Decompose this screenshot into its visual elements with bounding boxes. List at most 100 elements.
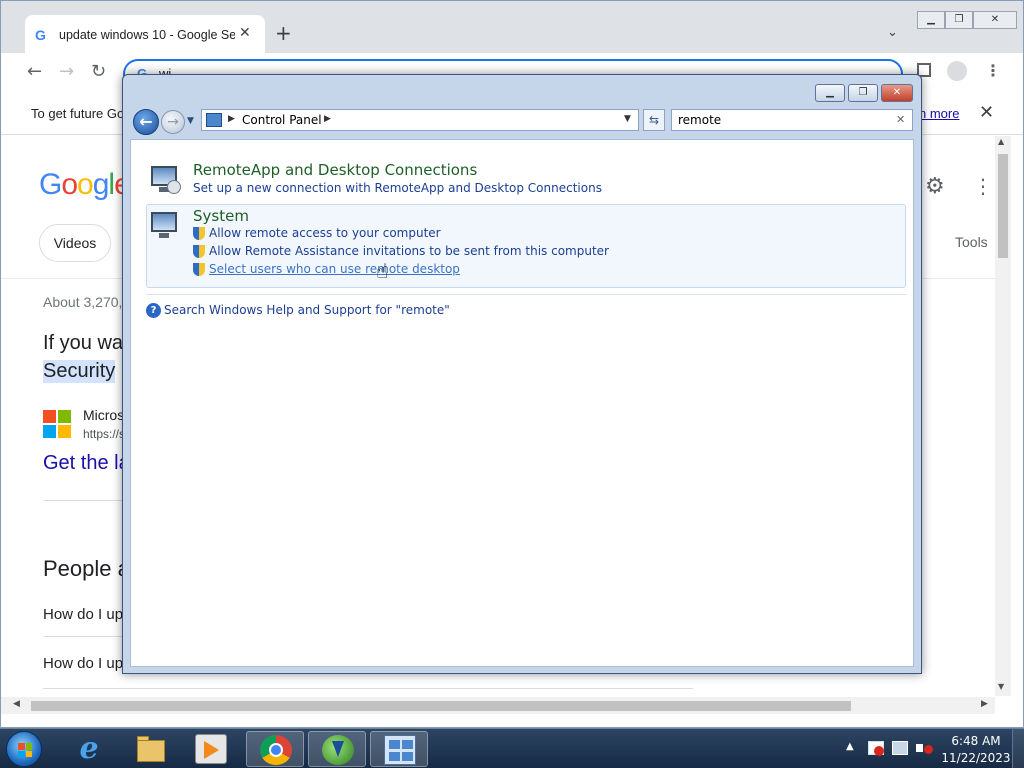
- forward-arrow-icon[interactable]: →: [161, 110, 185, 134]
- system-heading[interactable]: System: [193, 207, 249, 225]
- search-input[interactable]: remote ✕: [671, 109, 913, 131]
- maximize-button[interactable]: ❐: [945, 11, 973, 29]
- network-icon[interactable]: [892, 741, 908, 755]
- hand-cursor-icon: ☝: [376, 259, 389, 283]
- close-button[interactable]: ✕: [881, 84, 913, 102]
- google-logo[interactable]: Google: [39, 168, 131, 202]
- horizontal-scrollbar[interactable]: ◀ ▶: [1, 697, 995, 714]
- scroll-left-icon[interactable]: ◀: [13, 699, 20, 709]
- clear-search-icon[interactable]: ✕: [896, 113, 905, 126]
- result-source-name: Micros: [83, 407, 125, 423]
- people-also-ask-heading: People a: [43, 556, 130, 581]
- new-tab-icon[interactable]: +: [275, 23, 292, 43]
- clock-time[interactable]: 6:48 AM: [942, 734, 1010, 748]
- address-bar[interactable]: ▶ Control Panel ▶ ▼: [201, 109, 639, 131]
- scroll-up-icon[interactable]: ▲: [998, 137, 1004, 146]
- scrollbar-thumb[interactable]: [998, 154, 1008, 258]
- close-button[interactable]: ✕: [973, 11, 1017, 29]
- vertical-scrollbar[interactable]: ▲ ▼: [995, 136, 1011, 696]
- media-player-icon: [195, 734, 227, 764]
- windows-logo-icon: [18, 743, 32, 757]
- download-manager-icon: [322, 735, 354, 765]
- scroll-right-icon[interactable]: ▶: [981, 699, 988, 709]
- help-icon: ?: [146, 303, 161, 318]
- allow-remote-assistance-link[interactable]: Allow Remote Assistance invitations to b…: [209, 244, 609, 258]
- uac-shield-icon: [193, 245, 205, 258]
- refresh-icon[interactable]: ⇆: [643, 109, 665, 131]
- minimize-button[interactable]: ▁: [917, 11, 945, 29]
- internet-explorer-icon: e: [79, 731, 99, 766]
- navigation-bar: ← → ▼ ▶ Control Panel ▶ ▼ ⇆ remote ✕: [123, 107, 921, 137]
- learn-more-link[interactable]: n more: [919, 106, 959, 121]
- control-panel-icon: [206, 113, 222, 127]
- chrome-icon: [260, 735, 292, 765]
- remoteapp-heading[interactable]: RemoteApp and Desktop Connections: [193, 161, 477, 179]
- tab-strip: G update windows 10 - Google Sea ✕ + ⌄ ▁…: [1, 1, 1023, 53]
- chevron-down-icon[interactable]: ⌄: [887, 25, 898, 40]
- divider: [43, 688, 693, 689]
- back-arrow-icon[interactable]: ←: [27, 61, 42, 82]
- result-source-url[interactable]: https://s: [83, 427, 125, 441]
- breadcrumb[interactable]: Control Panel: [242, 113, 322, 127]
- show-desktop-button[interactable]: [1012, 729, 1024, 768]
- search-help-link[interactable]: Search Windows Help and Support for "rem…: [164, 303, 450, 317]
- breadcrumb-arrow-icon[interactable]: ▶: [228, 114, 235, 124]
- action-center-icon[interactable]: [868, 741, 884, 756]
- show-hidden-icons-icon[interactable]: ▲: [846, 741, 854, 752]
- browser-tab[interactable]: G update windows 10 - Google Sea ✕: [25, 15, 265, 53]
- taskbar-control-panel[interactable]: [370, 731, 428, 767]
- setup-remoteapp-link[interactable]: Set up a new connection with RemoteApp a…: [193, 181, 602, 195]
- allow-remote-access-link[interactable]: Allow remote access to your computer: [209, 226, 441, 240]
- apps-grid-icon[interactable]: ⋮⋮: [973, 174, 995, 198]
- microsoft-logo-icon: [43, 410, 71, 438]
- taskbar-download-manager[interactable]: [308, 731, 366, 767]
- search-input-value: remote: [678, 113, 722, 127]
- videos-filter-chip[interactable]: Videos: [39, 224, 111, 262]
- start-button[interactable]: [6, 731, 42, 767]
- control-panel-icon: [384, 735, 416, 765]
- close-icon[interactable]: ✕: [979, 102, 994, 123]
- control-panel-window: ▁ ❐ ✕ ← → ▼ ▶ Control Panel ▶ ▼ ⇆ remote…: [122, 74, 922, 674]
- taskbar-media-player[interactable]: [182, 731, 240, 767]
- info-bar-message: To get future Go: [31, 106, 125, 121]
- more-menu-icon[interactable]: ⋮: [985, 61, 1001, 80]
- volume-muted-icon[interactable]: [916, 741, 933, 755]
- tools-link[interactable]: Tools: [955, 234, 988, 250]
- taskbar-google-chrome[interactable]: [246, 731, 304, 767]
- folder-icon: [135, 734, 167, 764]
- system-tray: ▲ 6:48 AM 11/22/2023: [840, 729, 1024, 768]
- back-arrow-icon[interactable]: ←: [133, 109, 159, 135]
- clock-date[interactable]: 11/22/2023: [940, 751, 1012, 765]
- taskbar-internet-explorer[interactable]: e: [60, 731, 118, 767]
- featured-snippet-highlight: Security: [43, 360, 116, 383]
- gear-icon[interactable]: ⚙: [925, 174, 945, 199]
- breadcrumb-arrow-icon[interactable]: ▶: [324, 114, 331, 124]
- system-icon: [149, 210, 181, 240]
- chrome-window-controls: ▁ ❐ ✕: [917, 11, 1017, 29]
- taskbar-windows-explorer[interactable]: [122, 731, 180, 767]
- result-title-link[interactable]: Get the la: [43, 452, 130, 475]
- chevron-down-icon[interactable]: ▼: [624, 114, 631, 124]
- search-results-pane: RemoteApp and Desktop Connections Set up…: [130, 139, 914, 667]
- maximize-button[interactable]: ❐: [848, 84, 878, 102]
- remoteapp-icon: [149, 164, 181, 194]
- title-bar[interactable]: ▁ ❐ ✕: [123, 75, 921, 105]
- minimize-button[interactable]: ▁: [815, 84, 845, 102]
- question-item[interactable]: How do I up: [43, 606, 123, 623]
- tab-title: update windows 10 - Google Sea: [59, 28, 235, 42]
- uac-shield-icon: [193, 263, 205, 276]
- select-remote-users-link[interactable]: Select users who can use remote desktop: [209, 262, 460, 276]
- reload-icon[interactable]: ↻: [91, 61, 106, 82]
- forward-arrow-icon[interactable]: →: [59, 61, 74, 82]
- google-favicon-icon: G: [35, 27, 46, 43]
- scroll-down-icon[interactable]: ▼: [998, 682, 1004, 691]
- chevron-down-icon[interactable]: ▼: [187, 116, 194, 126]
- tab-close-icon[interactable]: ✕: [239, 25, 251, 41]
- featured-snippet-text: If you wa: [43, 332, 124, 354]
- question-item[interactable]: How do I up: [43, 655, 123, 672]
- results-count: About 3,270,: [43, 294, 123, 310]
- uac-shield-icon: [193, 227, 205, 240]
- divider: [146, 294, 906, 295]
- scrollbar-thumb[interactable]: [31, 701, 851, 711]
- profile-avatar-icon[interactable]: [947, 61, 967, 81]
